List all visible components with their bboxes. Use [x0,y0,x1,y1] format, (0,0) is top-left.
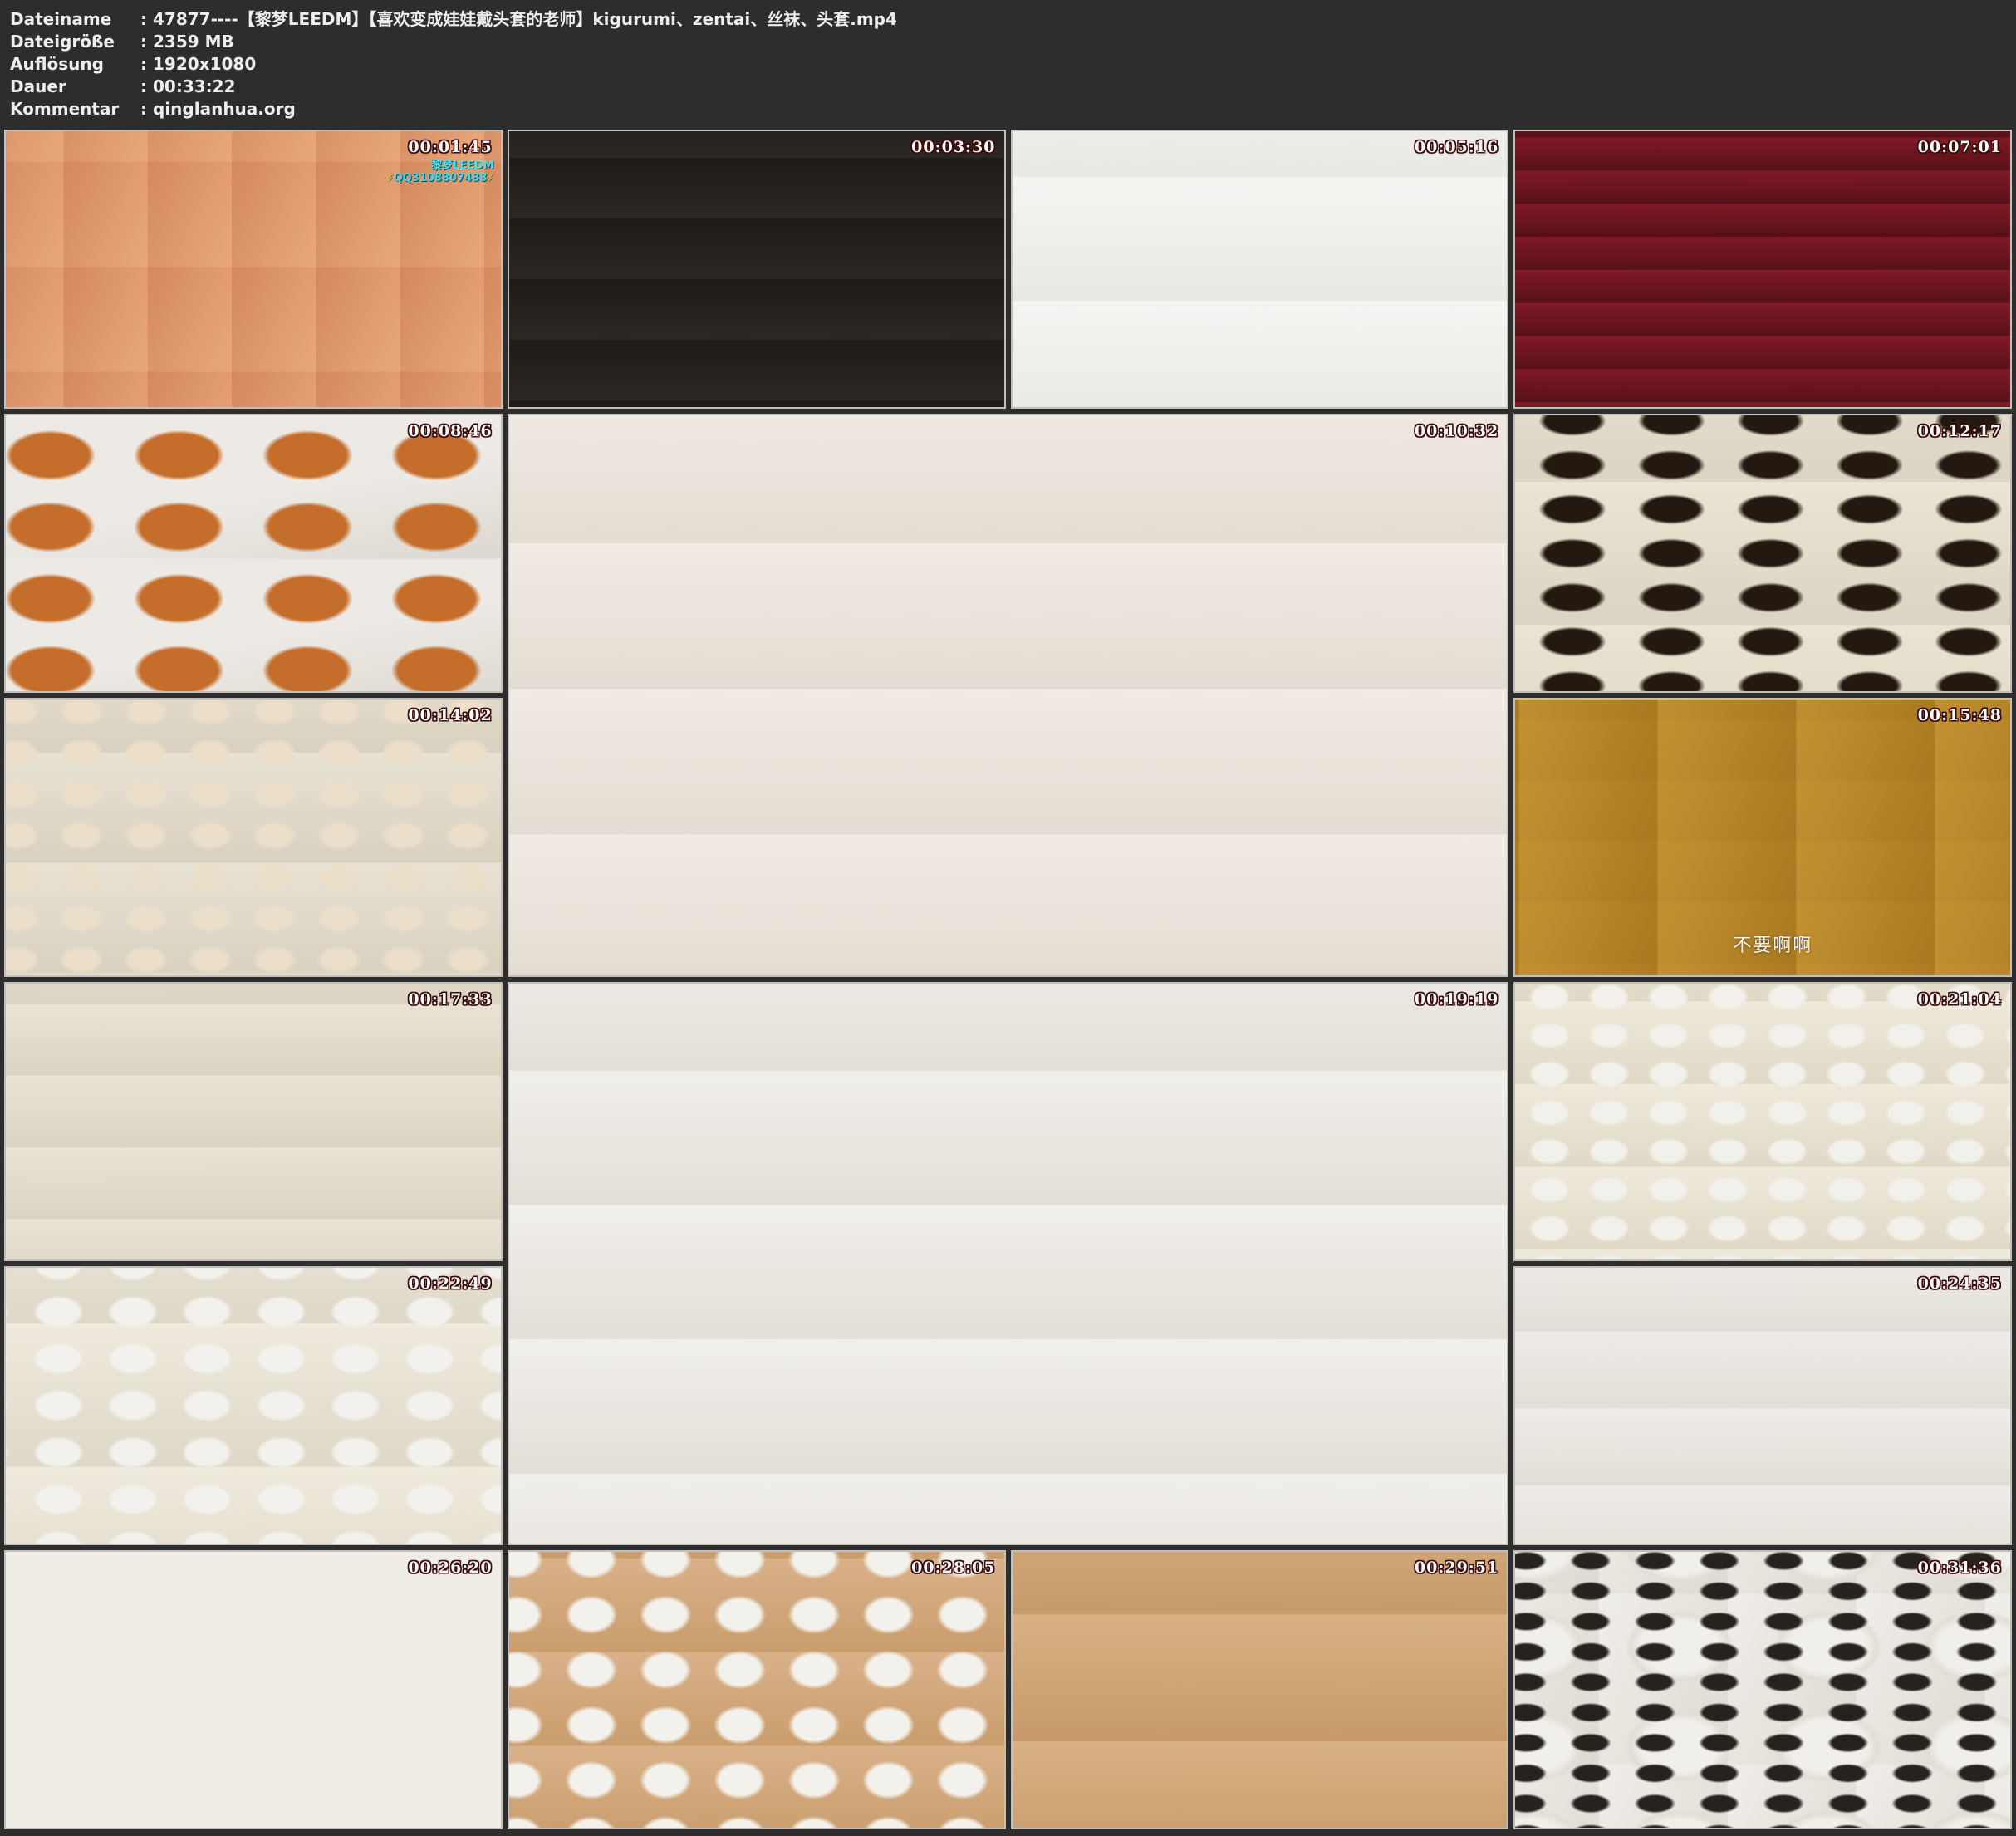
thumbnail-grid: 00:01:45 黎梦LEEDM ⚡QQ3108807488⚡ 00:03:30… [0,125,2016,1836]
video-thumbnail: 00:15:48 不要啊啊 [1513,698,2012,977]
timestamp-badge: 00:29:51 [1415,1559,1499,1577]
video-thumbnail-large: 00:10:32 [508,414,1509,977]
spark-icon: ⚡ [386,172,393,184]
meta-label: Dateigröße [10,31,135,53]
contact-sheet: Dateiname:47877----【黎梦LEEDM】【喜欢变成娃娃戴头套的老… [0,0,2016,1836]
meta-row-duration: Dauer:00:33:22 [10,76,2004,98]
meta-value-filesize: 2359 MB [153,31,2004,53]
video-thumbnail: 00:14:02 [4,698,503,977]
timestamp-badge: 00:31:36 [1918,1559,2002,1577]
meta-row-filesize: Dateigröße:2359 MB [10,31,2004,53]
video-thumbnail: 00:24:35 [1513,1266,2012,1545]
timestamp-badge: 00:07:01 [1918,138,2002,156]
timestamp-badge: 00:17:33 [408,990,492,1009]
timestamp-badge: 00:15:48 [1918,706,2002,724]
timestamp-badge: 00:21:04 [1918,990,2002,1009]
video-thumbnail: 00:05:16 [1011,130,1509,409]
meta-row-comment: Kommentar:qinglanhua.org [10,98,2004,120]
meta-value-comment: qinglanhua.org [153,98,2004,120]
timestamp-badge: 00:08:46 [408,422,492,440]
video-thumbnail: 00:26:20 [4,1550,503,1829]
watermark-name: 黎梦LEEDM [386,160,493,172]
metadata-header: Dateiname:47877----【黎梦LEEDM】【喜欢变成娃娃戴头套的老… [0,0,2016,125]
timestamp-badge: 00:19:19 [1415,990,1499,1009]
video-thumbnail: 00:01:45 黎梦LEEDM ⚡QQ3108807488⚡ [4,130,503,409]
timestamp-badge: 00:03:30 [911,138,995,156]
meta-value-duration: 00:33:22 [153,76,2004,98]
meta-colon: : [135,8,153,31]
timestamp-badge: 00:26:20 [408,1559,492,1577]
timestamp-badge: 00:01:45 [408,138,492,156]
video-thumbnail: 00:12:17 [1513,414,2012,693]
meta-value-filename: 47877----【黎梦LEEDM】【喜欢变成娃娃戴头套的老师】kigurumi… [153,8,2004,31]
video-thumbnail: 00:31:36 [1513,1550,2012,1829]
timestamp-badge: 00:14:02 [408,706,492,724]
video-thumbnail: 00:03:30 [508,130,1006,409]
video-thumbnail: 00:08:46 [4,414,503,693]
meta-value-resolution: 1920x1080 [153,53,2004,76]
subtitle-text: 不要啊啊 [1733,930,1812,957]
video-thumbnail-large: 00:19:19 [508,982,1509,1545]
video-thumbnail: 00:28:05 [508,1550,1006,1829]
timestamp-badge: 00:24:35 [1918,1274,2002,1293]
meta-colon: : [135,76,153,98]
meta-label: Kommentar [10,98,135,120]
meta-colon: : [135,53,153,76]
timestamp-badge: 00:12:17 [1918,422,2002,440]
watermark: 黎梦LEEDM ⚡QQ3108807488⚡ [386,160,493,184]
video-thumbnail: 00:17:33 [4,982,503,1261]
meta-row-resolution: Auflösung:1920x1080 [10,53,2004,76]
video-thumbnail: 00:21:04 [1513,982,2012,1261]
meta-label: Auflösung [10,53,135,76]
timestamp-badge: 00:22:49 [408,1274,492,1293]
meta-label: Dateiname [10,8,135,31]
video-thumbnail: 00:22:49 [4,1266,503,1545]
meta-row-filename: Dateiname:47877----【黎梦LEEDM】【喜欢变成娃娃戴头套的老… [10,8,2004,31]
video-thumbnail: 00:07:01 [1513,130,2012,409]
timestamp-badge: 00:05:16 [1415,138,1499,156]
watermark-qq: ⚡QQ3108807488⚡ [386,172,493,184]
timestamp-badge: 00:10:32 [1415,422,1499,440]
meta-colon: : [135,98,153,120]
video-thumbnail: 00:29:51 [1011,1550,1509,1829]
meta-label: Dauer [10,76,135,98]
spark-icon: ⚡ [487,172,493,184]
meta-colon: : [135,31,153,53]
timestamp-badge: 00:28:05 [911,1559,995,1577]
